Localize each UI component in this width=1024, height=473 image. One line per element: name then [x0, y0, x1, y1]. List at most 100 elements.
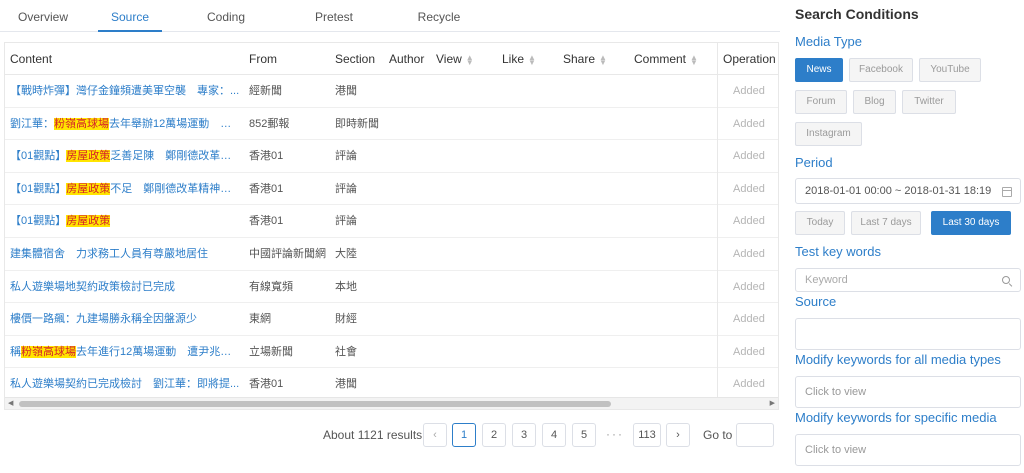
- media-youtube-button[interactable]: YouTube: [919, 58, 981, 82]
- table-row[interactable]: 【01觀點】房屋政策乏善足陳 鄭剛德改革精... 香港01 評論 Added: [5, 140, 778, 173]
- content-text: 【01觀點】: [10, 150, 67, 163]
- tab-overview[interactable]: Overview: [18, 0, 68, 32]
- keyword-input[interactable]: Keyword: [795, 268, 1021, 292]
- col-comment-label: Comment: [634, 52, 687, 66]
- next-page-button[interactable]: ›: [666, 423, 690, 447]
- media-blog-button[interactable]: Blog: [853, 90, 896, 114]
- modify-all-label: Modify keywords for all media types: [795, 352, 1001, 367]
- source-input[interactable]: [795, 318, 1021, 350]
- row-operation-status: Added: [733, 313, 765, 326]
- media-twitter-button[interactable]: Twitter: [902, 90, 956, 114]
- keyword-highlight: 房屋政策: [66, 150, 111, 163]
- scroll-left-icon[interactable]: ◀: [8, 398, 13, 409]
- row-content-link[interactable]: 稱粉嶺高球場去年進行12萬場運動 遭尹兆堅...: [10, 336, 240, 368]
- row-operation-status: Added: [733, 378, 765, 391]
- period-last-7-days-button[interactable]: Last 7 days: [851, 211, 921, 235]
- row-from: 經新聞: [249, 85, 282, 97]
- period-last-30-days-button[interactable]: Last 30 days: [931, 211, 1011, 235]
- period-today-button[interactable]: Today: [795, 211, 845, 235]
- row-content-link[interactable]: 樓價一路飆：九建場勝永稱全因盤源少: [10, 303, 240, 335]
- row-section: 港聞: [335, 85, 357, 97]
- row-from: 香港01: [249, 378, 284, 391]
- horizontal-scrollbar[interactable]: ◀ ▶: [5, 397, 778, 409]
- table-row[interactable]: 樓價一路飆：九建場勝永稱全因盤源少 東網 財經 Added: [5, 303, 778, 336]
- page-ellipsis[interactable]: ···: [606, 423, 624, 445]
- page-button-2[interactable]: 2: [482, 423, 506, 447]
- fixed-column-divider: [717, 43, 718, 409]
- period-range-value: 2018-01-01 00:00 ~ 2018-01-31 18:19: [805, 185, 992, 197]
- col-from: From: [249, 52, 277, 66]
- prev-page-button[interactable]: ‹: [423, 423, 447, 447]
- media-news-button[interactable]: News: [795, 58, 843, 82]
- sort-icon[interactable]: ▲ ▼: [528, 53, 536, 66]
- table-row[interactable]: 【01觀點】房屋政策不足 鄭剛德改革精神值... 香港01 評論 Added: [5, 173, 778, 206]
- page-button-5[interactable]: 5: [572, 423, 596, 447]
- row-content-link[interactable]: 建集體宿舍 力求務工人員有尊嚴地居住: [10, 238, 240, 270]
- test-keywords-label: Test key words: [795, 244, 881, 259]
- table-row[interactable]: 建集體宿舍 力求務工人員有尊嚴地居住 中國評論新聞網 大陸 Added: [5, 238, 778, 271]
- sort-icon[interactable]: ▲ ▼: [599, 53, 607, 66]
- row-from: 有線寬頻: [249, 280, 293, 293]
- modify-all-keywords-field[interactable]: Click to view: [795, 376, 1021, 408]
- table-row[interactable]: 私人遊樂場地契約政策檢討已完成 有線寬頻 本地 Added: [5, 271, 778, 304]
- chevron-left-icon: ‹: [433, 429, 437, 441]
- tab-coding-pool[interactable]: Coding Pool: [194, 0, 258, 58]
- content-text: 【戰時炸彈】灣仔金鐘頻遭美軍空襲 專家：...: [10, 85, 240, 97]
- table-row[interactable]: 【戰時炸彈】灣仔金鐘頻遭美軍空襲 專家：... 經新聞 港聞 Added: [5, 75, 778, 108]
- chevron-right-icon: ›: [676, 429, 680, 441]
- content-text: 樓價一路飆：九建場勝永稱全因盤源少: [10, 313, 197, 326]
- row-content-link[interactable]: 【戰時炸彈】灣仔金鐘頻遭美軍空襲 專家：...: [10, 75, 240, 107]
- row-section: 評論: [335, 150, 357, 163]
- row-operation-status: Added: [733, 117, 765, 130]
- table-row[interactable]: 劉江華：粉嶺高球場去年舉辦12萬場運動 非... 852郵報 即時新聞 Added: [5, 108, 778, 141]
- table-row[interactable]: 稱粉嶺高球場去年進行12萬場運動 遭尹兆堅... 立場新聞 社會 Added: [5, 336, 778, 369]
- keyword-highlight: 房屋政策: [66, 182, 111, 195]
- row-content-link[interactable]: 【01觀點】房屋政策不足 鄭剛德改革精神值...: [10, 173, 240, 205]
- row-section: 即時新聞: [335, 117, 379, 130]
- col-operation: Operation: [723, 52, 776, 66]
- media-forum-button[interactable]: Forum: [795, 90, 847, 114]
- page-button-4[interactable]: 4: [542, 423, 566, 447]
- row-content-link[interactable]: 私人遊樂場地契約政策檢討已完成: [10, 271, 240, 303]
- content-text: 稱: [10, 345, 21, 358]
- sort-icon[interactable]: ▲ ▼: [690, 53, 698, 66]
- tab-source[interactable]: Source: [98, 0, 162, 32]
- period-range-input[interactable]: 2018-01-01 00:00 ~ 2018-01-31 18:19: [795, 178, 1021, 204]
- modify-specific-keywords-field[interactable]: Click to view: [795, 434, 1021, 466]
- row-content-link[interactable]: 【01觀點】房屋政策乏善足陳 鄭剛德改革精...: [10, 140, 240, 172]
- col-like[interactable]: Like ▲ ▼: [502, 43, 536, 75]
- media-instagram-button[interactable]: Instagram: [795, 122, 862, 146]
- row-content-link[interactable]: 【01觀點】房屋政策: [10, 205, 240, 237]
- col-view[interactable]: View ▲ ▼: [436, 43, 474, 75]
- sort-icon[interactable]: ▲ ▼: [466, 53, 474, 66]
- content-text: 【01觀點】: [10, 182, 67, 195]
- col-comment[interactable]: Comment ▲ ▼: [634, 43, 698, 75]
- row-content-link[interactable]: 劉江華：粉嶺高球場去年舉辦12萬場運動 非...: [10, 108, 240, 140]
- modify-specific-label: Modify keywords for specific media: [795, 410, 997, 425]
- content-text: 去年舉辦12萬場運動 非...: [109, 117, 240, 130]
- col-author: Author: [389, 52, 425, 66]
- goto-page-input[interactable]: [736, 423, 774, 447]
- content-text: 建集體宿舍 力求務工人員有尊嚴地居住: [10, 248, 208, 260]
- media-facebook-button[interactable]: Facebook: [849, 58, 913, 82]
- content-text: 私人遊樂場地契約政策檢討已完成: [10, 280, 175, 293]
- row-section: 評論: [335, 182, 357, 195]
- scroll-right-icon[interactable]: ▶: [770, 398, 775, 409]
- keyword-placeholder: Keyword: [805, 274, 848, 286]
- scrollbar-thumb[interactable]: [19, 401, 611, 407]
- row-from: 香港01: [249, 215, 284, 228]
- tab-recycle-bin[interactable]: Recycle Bin: [411, 0, 467, 58]
- tab-pretest-pool[interactable]: Pretest Pool: [304, 0, 364, 58]
- tab-bar: Overview Source Coding Pool Pretest Pool…: [0, 0, 780, 58]
- col-like-label: Like: [502, 52, 525, 66]
- active-tab-indicator: [98, 30, 162, 32]
- table-row[interactable]: 【01觀點】房屋政策 香港01 評論 Added: [5, 205, 778, 238]
- row-content-link[interactable]: 私人遊樂場契約已完成檢討 劉江華：即將提...: [10, 368, 240, 400]
- page-button-last[interactable]: 113: [633, 423, 661, 447]
- search-icon[interactable]: [1002, 276, 1010, 284]
- col-share[interactable]: Share ▲ ▼: [563, 43, 607, 75]
- page-button-1[interactable]: 1: [452, 423, 476, 447]
- content-text: 劉江華：: [10, 117, 54, 130]
- page-button-3[interactable]: 3: [512, 423, 536, 447]
- row-from: 香港01: [249, 182, 284, 195]
